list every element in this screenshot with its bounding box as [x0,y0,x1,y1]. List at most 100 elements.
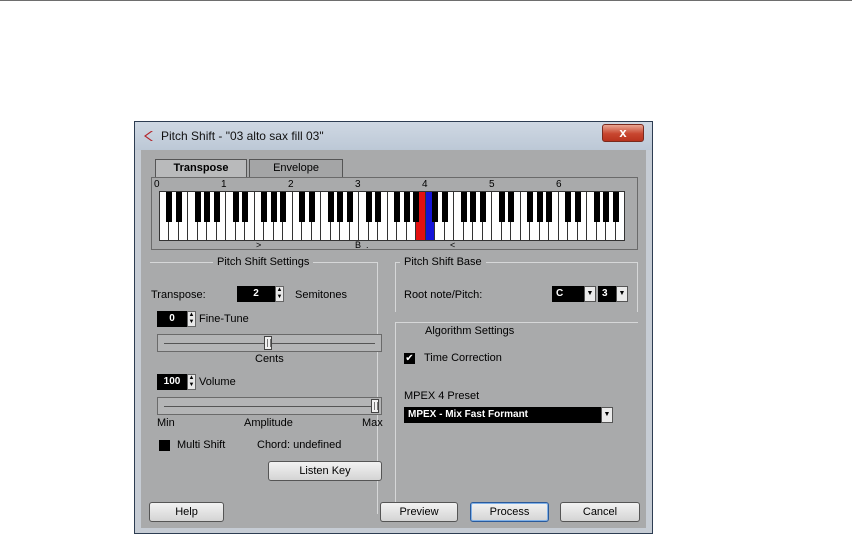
tab-envelope[interactable]: Envelope [249,159,343,177]
semitones-label: Semitones [295,289,347,301]
chevron-down-icon[interactable]: ▼ [584,286,596,302]
preset-select[interactable]: MPEX - Mix Fast Formant ▼ [404,407,613,423]
black-key[interactable] [270,192,277,222]
black-key[interactable] [242,192,249,222]
transpose-value[interactable]: 2 [237,286,275,302]
black-key[interactable] [337,192,344,222]
spin-down-icon[interactable]: ▼ [188,319,195,326]
root-note-label: Root note/Pitch: [404,289,483,301]
transpose-arrows[interactable]: ▲ ▼ [275,286,284,302]
piano-keyboard[interactable] [159,191,625,241]
root-note-select[interactable]: C ▼ [552,286,596,302]
black-key[interactable] [327,192,334,222]
amplitude-max-label: Max [362,417,383,429]
black-key[interactable] [460,192,467,222]
black-key[interactable] [403,192,410,222]
black-key[interactable] [213,192,220,222]
spin-up-icon[interactable]: ▲ [276,287,283,294]
range-marker-high: < [450,240,456,250]
fine-tune-slider[interactable] [157,334,382,352]
fine-tune-value[interactable]: 0 [157,311,187,327]
volume-stepper[interactable]: 100 ▲ ▼ [157,374,196,390]
preset-label: MPEX 4 Preset [404,390,480,402]
fine-tune-stepper[interactable]: 0 ▲ ▼ [157,311,196,327]
octave-select[interactable]: 3 ▼ [598,286,628,302]
black-key[interactable] [527,192,534,222]
amplitude-label: Amplitude [244,417,293,429]
volume-label: Volume [199,376,236,388]
chevron-down-icon[interactable]: ▼ [616,286,628,302]
chevron-down-icon[interactable]: ▼ [601,407,613,423]
listen-key-button[interactable]: Listen Key [268,461,382,481]
amplitude-slider[interactable] [157,397,382,415]
black-key[interactable] [498,192,505,222]
process-button[interactable]: Process [470,502,549,522]
root-note-value[interactable]: C [552,286,584,302]
title-bar[interactable]: Pitch Shift - "03 alto sax fill 03" x [135,122,652,150]
tab-transpose[interactable]: Transpose [155,159,247,177]
black-key[interactable] [546,192,553,222]
range-marker-low: > [256,240,262,250]
black-key[interactable] [565,192,572,222]
octave-value[interactable]: 3 [598,286,616,302]
chord-status: Chord: undefined [257,439,342,451]
black-key[interactable] [603,192,610,222]
check-icon: ✔ [405,353,414,364]
black-key[interactable] [175,192,182,222]
black-key[interactable] [299,192,306,222]
octave-label: 4 [422,179,428,190]
preset-value[interactable]: MPEX - Mix Fast Formant [404,407,601,423]
close-icon: x [619,125,627,140]
volume-value[interactable]: 100 [157,374,187,390]
preview-button[interactable]: Preview [380,502,458,522]
black-key[interactable] [593,192,600,222]
black-key[interactable] [204,192,211,222]
fine-tune-slider-thumb[interactable] [264,336,272,350]
pitch-shift-settings-title: Pitch Shift Settings [213,256,314,268]
fine-tune-arrows[interactable]: ▲ ▼ [187,311,196,327]
algorithm-settings-title: Algorithm Settings [421,325,519,337]
black-key[interactable] [470,192,477,222]
multi-shift-label: Multi Shift [177,439,226,451]
keyboard-panel: 0 1 2 3 4 5 6 > B . < [151,177,638,250]
slider-track [164,406,375,407]
black-key[interactable] [432,192,439,222]
spin-down-icon[interactable]: ▼ [188,382,195,389]
black-key[interactable] [280,192,287,222]
octave-label: 3 [355,179,361,190]
octave-label: 5 [489,179,495,190]
spin-down-icon[interactable]: ▼ [276,294,283,301]
black-key[interactable] [375,192,382,222]
transpose-stepper[interactable]: 2 ▲ ▼ [237,286,284,302]
transpose-label: Transpose: [151,289,206,301]
black-key[interactable] [508,192,515,222]
black-key[interactable] [194,192,201,222]
black-key[interactable] [574,192,581,222]
octave-label: 0 [154,179,160,190]
black-key[interactable] [413,192,420,222]
volume-arrows[interactable]: ▲ ▼ [187,374,196,390]
multi-shift-checkbox[interactable] [159,440,170,451]
time-correction-checkbox[interactable]: ✔ [404,353,415,364]
time-correction-label: Time Correction [424,352,502,364]
cancel-button[interactable]: Cancel [560,502,640,522]
spin-up-icon[interactable]: ▲ [188,312,195,319]
black-key[interactable] [612,192,619,222]
black-key[interactable] [308,192,315,222]
spin-up-icon[interactable]: ▲ [188,375,195,382]
black-key[interactable] [479,192,486,222]
cubase-logo-icon [144,131,153,141]
black-key[interactable] [261,192,268,222]
pitch-shift-base-title: Pitch Shift Base [400,256,486,268]
black-key[interactable] [441,192,448,222]
black-key[interactable] [536,192,543,222]
black-key[interactable] [232,192,239,222]
black-key[interactable] [365,192,372,222]
black-key[interactable] [166,192,173,222]
help-button[interactable]: Help [149,502,224,522]
amplitude-min-label: Min [157,417,175,429]
black-key[interactable] [346,192,353,222]
black-key[interactable] [394,192,401,222]
close-button[interactable]: x [602,124,644,142]
amplitude-slider-thumb[interactable] [371,399,379,413]
